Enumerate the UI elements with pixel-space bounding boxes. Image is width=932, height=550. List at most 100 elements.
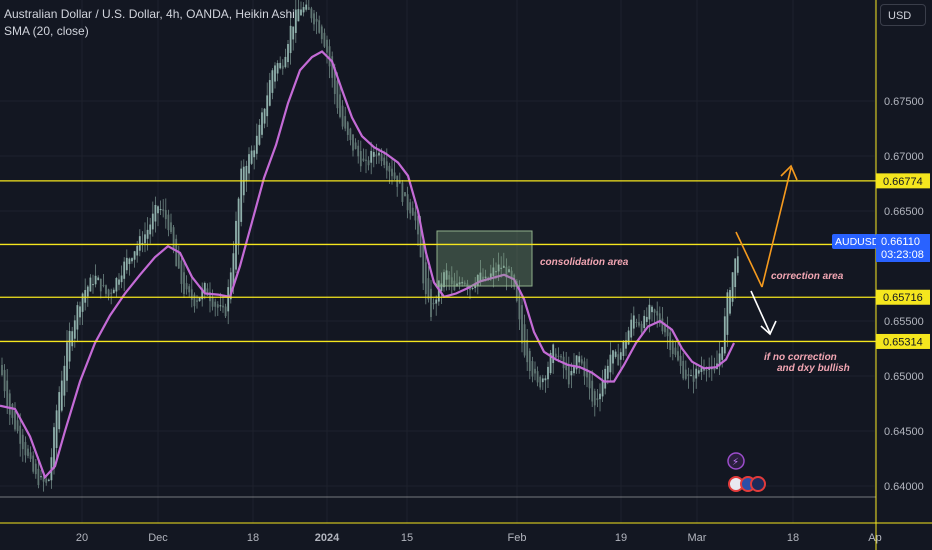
candle-body <box>531 361 534 377</box>
candle-body <box>159 209 162 211</box>
candle-body <box>24 441 27 456</box>
ticker-symbol: AUDUSD <box>835 236 880 248</box>
candle-body <box>16 420 19 432</box>
candle-body <box>175 238 178 267</box>
candle-body <box>370 150 373 163</box>
candle-body <box>612 350 614 364</box>
candle-body <box>723 316 726 354</box>
candle-body <box>120 275 123 283</box>
candle-body <box>276 63 279 74</box>
candle-body <box>365 159 367 161</box>
no-correction-label-line2: and dxy bullish <box>777 363 850 374</box>
time-tick-label: Ap <box>868 532 881 544</box>
candle-body <box>736 256 739 273</box>
candle-body <box>567 366 570 385</box>
candle-body <box>554 353 557 358</box>
candle-body <box>635 322 638 324</box>
candle-body <box>253 150 256 158</box>
candle-body <box>627 330 630 345</box>
consolidation-box <box>436 230 533 287</box>
candle-body <box>313 13 315 25</box>
candle-body <box>281 65 284 69</box>
candle-body <box>107 289 110 296</box>
candle-body <box>671 341 674 355</box>
candle-body <box>705 369 708 371</box>
candle-body <box>570 371 573 376</box>
candle-body <box>591 380 594 402</box>
candle-body <box>68 330 71 362</box>
candle-body <box>541 378 544 383</box>
time-tick-label: 2024 <box>315 532 340 544</box>
candle-body <box>63 365 66 396</box>
candle-body <box>432 302 435 305</box>
candle-body <box>339 94 341 117</box>
candle-body <box>679 355 682 366</box>
candle-body <box>422 241 425 284</box>
candle-body <box>76 305 79 330</box>
candle-body <box>414 211 417 221</box>
candle-body <box>526 339 529 363</box>
candle-body <box>27 448 29 456</box>
candle-body <box>367 160 370 166</box>
candle-body <box>94 275 97 285</box>
candle-body <box>216 304 219 308</box>
candle-body <box>547 366 549 380</box>
candle-body <box>271 70 274 93</box>
candle-body <box>58 392 61 430</box>
candle-body <box>344 116 347 129</box>
candle-body <box>214 301 217 307</box>
candle-body <box>146 229 149 239</box>
candle-body <box>409 202 412 214</box>
candle-body <box>560 356 562 358</box>
candle-body <box>92 284 94 286</box>
chart-title[interactable]: Australian Dollar / U.S. Dollar, 4h, OAN… <box>4 6 295 23</box>
candle-body <box>604 368 607 389</box>
candle-body <box>37 468 40 486</box>
candle-body <box>734 258 737 288</box>
lightning-glyph-icon: ⚡ <box>732 457 739 468</box>
candle-body <box>651 306 653 313</box>
candle-body <box>102 285 105 287</box>
candle-body <box>609 354 612 373</box>
price-chart[interactable]: consolidation area correction area if no… <box>0 0 932 550</box>
candle-body <box>21 434 24 450</box>
candle-body <box>315 18 318 22</box>
flag-cluster-icon[interactable] <box>750 476 766 492</box>
candle-body <box>235 220 237 270</box>
candle-body <box>692 375 695 382</box>
candle-body <box>385 161 388 171</box>
currency-button[interactable]: USD <box>880 4 926 26</box>
candle-body <box>357 145 360 157</box>
price-tick-label: 0.64000 <box>884 481 924 493</box>
candle-body <box>219 305 222 307</box>
candle-body <box>690 375 692 377</box>
candle-body <box>378 152 380 156</box>
candle-body <box>391 168 393 177</box>
candle-body <box>643 315 646 329</box>
candle-body <box>84 290 87 303</box>
candle-body <box>326 39 328 53</box>
indicator-legend[interactable]: SMA (20, close) <box>4 23 295 40</box>
candle-body <box>297 9 300 22</box>
candle-body <box>284 56 287 68</box>
candle-body <box>105 285 107 294</box>
candle-body <box>112 289 115 294</box>
candle-body <box>250 150 253 164</box>
candle-body <box>11 404 14 418</box>
candle-body <box>190 289 193 300</box>
candle-body <box>684 369 687 379</box>
candle-body <box>279 62 282 69</box>
candle-body <box>661 318 664 332</box>
candle-body <box>632 315 635 329</box>
candle-body <box>328 46 331 67</box>
candle-body <box>227 287 230 312</box>
candle-body <box>196 300 198 302</box>
candle-body <box>34 463 37 475</box>
level-badge-value: 0.65314 <box>883 336 923 348</box>
price-tick-label: 0.65000 <box>884 371 924 383</box>
candle-body <box>682 360 685 379</box>
candle-body <box>393 172 396 179</box>
time-tick-label: Feb <box>508 532 527 544</box>
candle-body <box>172 227 175 251</box>
candle-body <box>401 182 404 202</box>
